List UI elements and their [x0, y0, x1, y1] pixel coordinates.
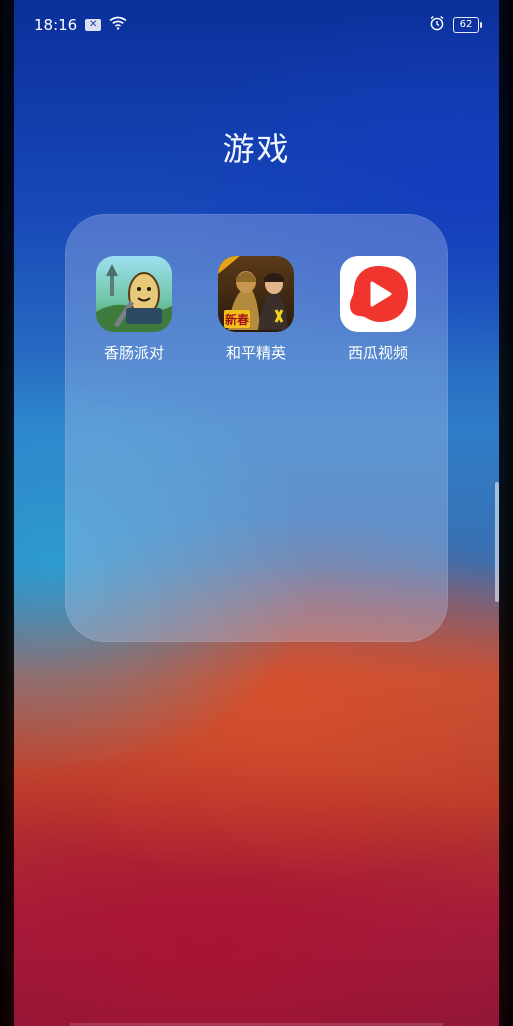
status-time: 18:16: [34, 16, 78, 34]
notification-icon: ✕: [85, 19, 102, 31]
xigua-video-icon[interactable]: [340, 256, 416, 332]
wifi-icon: [109, 16, 127, 34]
battery-indicator: 62: [453, 17, 482, 33]
status-left: 18:16 ✕: [34, 16, 127, 34]
alarm-icon: [429, 15, 445, 35]
home-screen: 18:16 ✕ 62 游戏 香肠派对 新春 和平精英 西瓜视频: [0, 0, 513, 1026]
peace-elite-badge-text: 新春: [225, 312, 250, 327]
app-label-xigua-video: 西瓜视频: [347, 344, 408, 362]
app-sausage-party[interactable]: 香肠派对: [79, 256, 189, 363]
folder-panel: 香肠派对 新春 和平精英 西瓜视频: [65, 214, 448, 642]
status-bar: 18:16 ✕ 62: [34, 12, 482, 38]
app-label-sausage-party: 香肠派对: [103, 344, 164, 362]
app-label-peace-elite: 和平精英: [225, 344, 286, 362]
edge-handle[interactable]: [495, 482, 499, 602]
status-right: 62: [429, 15, 482, 35]
peace-elite-icon[interactable]: 新春: [218, 256, 294, 332]
sausage-party-icon[interactable]: [96, 256, 172, 332]
app-xigua-video[interactable]: 西瓜视频: [323, 256, 433, 363]
app-peace-elite[interactable]: 新春 和平精英: [201, 256, 311, 363]
folder-title[interactable]: 游戏: [0, 124, 513, 170]
